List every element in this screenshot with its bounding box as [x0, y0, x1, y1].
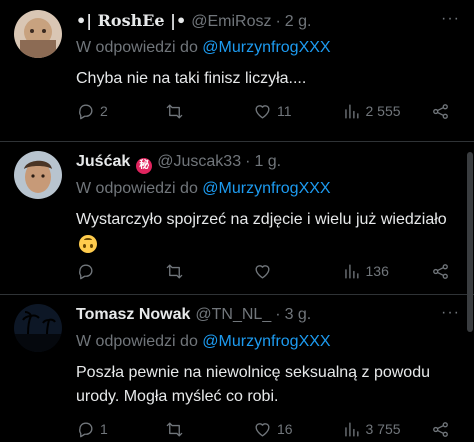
retweet-icon [166, 421, 182, 437]
more-options-icon[interactable]: ··· [441, 304, 460, 322]
retweet-button[interactable] [165, 102, 245, 121]
share-icon [433, 263, 448, 279]
reply-mention-link[interactable]: @MurzynfrogXXX [202, 39, 330, 56]
user-handle[interactable]: @EmiRosz [191, 11, 271, 33]
like-button[interactable]: 16 [253, 420, 333, 439]
user-handle[interactable]: @Juscak33 [157, 151, 241, 173]
timestamp[interactable]: 3 g. [285, 304, 312, 326]
separator-dot: · [275, 306, 281, 323]
tweet-text: Wystarczyło spojrzeć na zdjęcie i wielu … [76, 211, 447, 228]
timestamp[interactable]: 1 g. [254, 151, 281, 173]
scrollbar[interactable] [467, 152, 473, 332]
tweet-text: Poszła pewnie na niewolnicę seksualną z … [76, 364, 430, 405]
heart-icon [255, 422, 270, 437]
tweet-text: Chyba nie na taki finisz liczyła.... [76, 70, 307, 87]
display-name[interactable]: Juśćak [76, 151, 130, 173]
heart-icon [255, 264, 270, 279]
reply-mention-link[interactable]: @MurzynfrogXXX [202, 333, 330, 350]
tweet[interactable]: •| RoshEe |• @EmiRosz · 2 g. ··· W odpow… [0, 0, 474, 142]
like-button[interactable] [253, 262, 333, 281]
share-icon [433, 103, 448, 119]
retweet-button[interactable] [165, 262, 245, 281]
action-bar: 1 16 3 755 [76, 418, 450, 440]
reply-button[interactable]: 2 [76, 102, 156, 121]
action-bar: 136 [76, 260, 450, 282]
like-count: 16 [277, 421, 293, 437]
reply-icon [79, 263, 93, 279]
reply-prefix: W odpowiedzi do [76, 180, 198, 197]
avatar[interactable] [14, 10, 62, 58]
reply-prefix: W odpowiedzi do [76, 39, 198, 56]
tweet[interactable]: Juśćak 秘 @Juscak33 · 1 g. W odpowiedzi d… [0, 143, 474, 295]
retweet-icon [166, 263, 182, 279]
display-name[interactable]: Tomasz Nowak [76, 304, 190, 326]
share-button[interactable] [430, 420, 450, 439]
display-name[interactable]: •| RoshEe |• [76, 10, 186, 32]
action-bar: 2 11 2 555 [76, 100, 450, 122]
heart-icon [255, 104, 270, 119]
avatar[interactable] [14, 151, 62, 199]
reply-count: 2 [100, 103, 108, 119]
like-button[interactable]: 11 [253, 102, 333, 121]
timestamp[interactable]: 2 g. [285, 11, 312, 33]
more-options-icon[interactable]: ··· [441, 10, 460, 28]
share-icon [433, 421, 448, 437]
reply-mention-link[interactable]: @MurzynfrogXXX [202, 180, 330, 197]
reply-context: W odpowiedzi do @MurzynfrogXXX [76, 37, 460, 59]
views-button[interactable]: 136 [342, 262, 422, 281]
reply-icon [79, 421, 93, 437]
tweet-text-container: Wystarczyło spojrzeć na zdjęcie i wielu … [76, 208, 460, 258]
reply-button[interactable]: 1 [76, 420, 156, 439]
analytics-icon [344, 263, 359, 279]
reply-icon [79, 103, 93, 119]
like-count: 11 [277, 103, 292, 119]
profile-badge: 秘 [136, 158, 153, 174]
avatar[interactable] [14, 304, 62, 352]
retweet-button[interactable] [165, 420, 245, 439]
share-button[interactable] [430, 262, 450, 281]
upside-down-face-emoji-icon [79, 235, 97, 253]
views-button[interactable]: 3 755 [342, 420, 422, 439]
reply-context: W odpowiedzi do @MurzynfrogXXX [76, 331, 460, 353]
user-handle[interactable]: @TN_NL_ [195, 304, 271, 326]
analytics-icon [344, 103, 359, 119]
share-button[interactable] [430, 102, 450, 121]
view-count: 136 [365, 263, 389, 279]
separator-dot: · [245, 153, 251, 170]
view-count: 2 555 [365, 103, 401, 119]
separator-dot: · [275, 13, 281, 30]
reply-prefix: W odpowiedzi do [76, 333, 198, 350]
reply-count: 1 [100, 421, 108, 437]
reply-button[interactable] [76, 262, 156, 281]
reply-context: W odpowiedzi do @MurzynfrogXXX [76, 178, 460, 200]
tweet[interactable]: Tomasz Nowak @TN_NL_ · 3 g. ··· W odpowi… [0, 296, 474, 442]
analytics-icon [344, 421, 359, 437]
views-button[interactable]: 2 555 [342, 102, 422, 121]
view-count: 3 755 [365, 421, 401, 437]
retweet-icon [166, 103, 182, 119]
